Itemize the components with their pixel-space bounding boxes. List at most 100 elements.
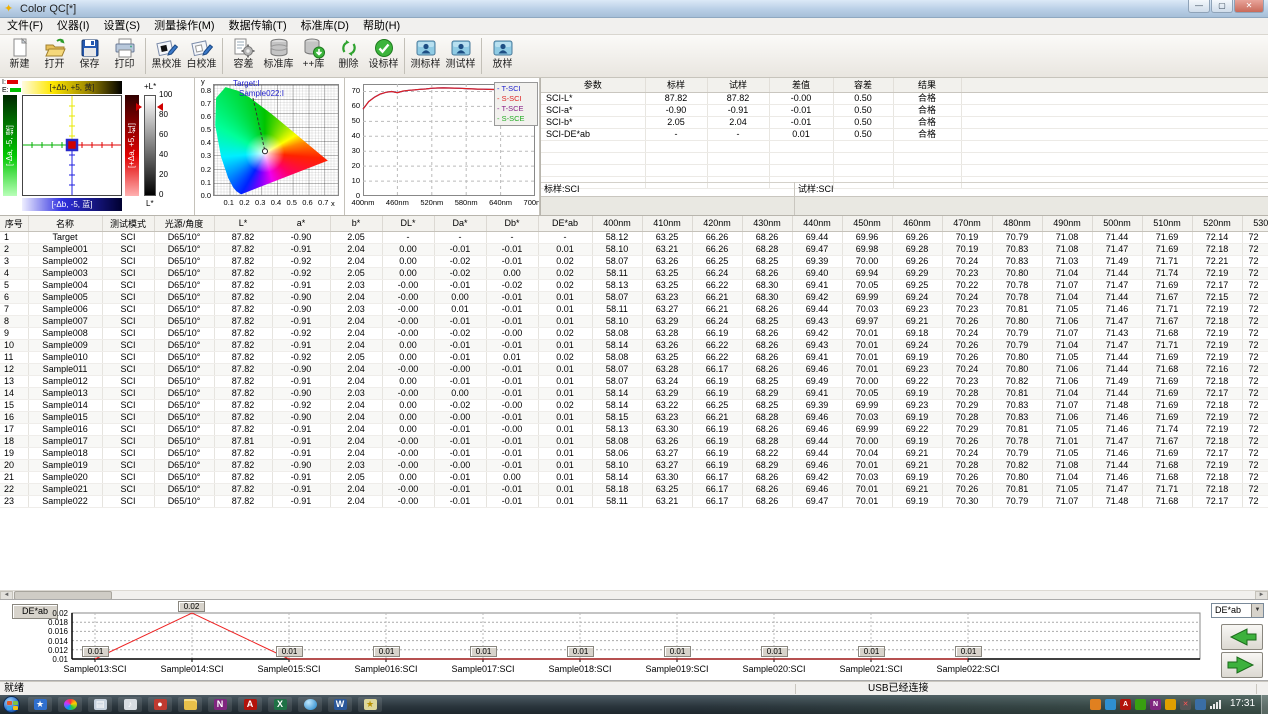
- 测试样-button[interactable]: 测试样: [443, 36, 478, 76]
- 删除-button[interactable]: 删除: [331, 36, 366, 76]
- taskbar-excel[interactable]: X: [268, 697, 292, 712]
- table-row[interactable]: 4Sample003SCID65/10°87.82-0.922.050.00-0…: [0, 267, 1268, 279]
- table-row[interactable]: 21Sample020SCID65/10°87.82-0.912.050.00-…: [0, 471, 1268, 483]
- tray-tray-green-update[interactable]: [1135, 699, 1146, 710]
- table-row[interactable]: 17Sample016SCID65/10°87.82-0.912.040.00-…: [0, 423, 1268, 435]
- taskbar-windows-explorer[interactable]: [178, 697, 202, 712]
- cie-plot-area[interactable]: [213, 84, 339, 196]
- table-row[interactable]: 13Sample012SCID65/10°87.82-0.912.040.00-…: [0, 375, 1268, 387]
- cie-sample-label[interactable]: Sample022:I: [239, 89, 284, 98]
- column-header[interactable]: Db*: [486, 216, 538, 231]
- table-row[interactable]: 9Sample008SCID65/10°87.82-0.922.04-0.00-…: [0, 327, 1268, 339]
- column-header[interactable]: 序号: [0, 216, 28, 231]
- 放样-button[interactable]: 放样: [485, 36, 520, 76]
- 白校准-button[interactable]: 白校准: [184, 36, 219, 76]
- 打印-button[interactable]: 打印: [107, 36, 142, 76]
- tray-network-signal[interactable]: [1210, 699, 1221, 710]
- column-header[interactable]: 测试模式: [102, 216, 154, 231]
- tray-volume-muted[interactable]: ✕: [1180, 699, 1191, 710]
- results-row[interactable]: SCI-DE*ab--0.010.50合格: [541, 128, 1268, 140]
- table-row[interactable]: 3Sample002SCID65/10°87.82-0.922.040.00-0…: [0, 255, 1268, 267]
- menu-help[interactable]: 帮助(H): [356, 18, 407, 35]
- column-header[interactable]: 470nm: [942, 216, 992, 231]
- taskbar-word[interactable]: W: [328, 697, 352, 712]
- minimize-button[interactable]: —: [1188, 0, 1210, 13]
- taskbar-app-red[interactable]: ●: [148, 697, 172, 712]
- column-header[interactable]: 490nm: [1042, 216, 1092, 231]
- column-header[interactable]: 530nm: [1242, 216, 1268, 231]
- table-row[interactable]: 16Sample015SCID65/10°87.82-0.902.040.00-…: [0, 411, 1268, 423]
- column-header[interactable]: 410nm: [642, 216, 692, 231]
- taskbar-photo-viewer[interactable]: ▤: [88, 697, 112, 712]
- close-button[interactable]: ✕: [1234, 0, 1264, 13]
- column-header[interactable]: Da*: [434, 216, 486, 231]
- table-row[interactable]: 19Sample018SCID65/10°87.82-0.912.04-0.00…: [0, 447, 1268, 459]
- 保存-button[interactable]: 保存: [72, 36, 107, 76]
- taskbar-onenote[interactable]: N: [208, 697, 232, 712]
- taskbar-app-star-yellow[interactable]: ★: [358, 697, 382, 712]
- taskbar-network-app[interactable]: [298, 697, 322, 712]
- 新建-button[interactable]: 新建: [2, 36, 37, 76]
- column-header[interactable]: 480nm: [992, 216, 1042, 231]
- results-row[interactable]: SCI-L*87.8287.82-0.000.50合格: [541, 92, 1268, 104]
- results-row[interactable]: SCI-a*-0.90-0.91-0.010.50合格: [541, 104, 1268, 116]
- 容差-button[interactable]: 容差: [226, 36, 261, 76]
- ++库-button[interactable]: ++库: [296, 36, 331, 76]
- menu-standard-library[interactable]: 标准库(D): [294, 18, 356, 35]
- horizontal-scrollbar[interactable]: ◄ ►: [0, 590, 1268, 599]
- menu-instrument[interactable]: 仪器(I): [50, 18, 96, 35]
- column-header[interactable]: DL*: [382, 216, 434, 231]
- menu-file[interactable]: 文件(F): [0, 18, 50, 35]
- table-row[interactable]: 11Sample010SCID65/10°87.82-0.922.050.00-…: [0, 351, 1268, 363]
- taskbar-media-app[interactable]: ♪: [118, 697, 142, 712]
- table-row[interactable]: 1TargetSCID65/10°87.82-0.902.05----58.12…: [0, 231, 1268, 243]
- ab-difference-plot[interactable]: [22, 95, 122, 196]
- menu-settings[interactable]: 设置(S): [96, 18, 147, 35]
- table-row[interactable]: 6Sample005SCID65/10°87.82-0.902.04-0.000…: [0, 291, 1268, 303]
- taskbar-app-star-blue[interactable]: ★: [28, 697, 52, 712]
- menu-measure[interactable]: 测量操作(M): [147, 18, 222, 35]
- column-header[interactable]: 光源/角度: [154, 216, 214, 231]
- trend-metric-dropdown[interactable]: DE*ab ▼: [1211, 603, 1264, 618]
- table-row[interactable]: 10Sample009SCID65/10°87.82-0.912.040.00-…: [0, 339, 1268, 351]
- taskbar-color-app[interactable]: [58, 697, 82, 712]
- column-header[interactable]: 400nm: [592, 216, 642, 231]
- 测标样-button[interactable]: 测标样: [408, 36, 443, 76]
- tray-tray-acrobat[interactable]: A: [1120, 699, 1131, 710]
- column-header[interactable]: L*: [214, 216, 272, 231]
- taskbar-clock[interactable]: 17:31: [1230, 698, 1255, 709]
- tray-tray-orange-app[interactable]: [1090, 699, 1101, 710]
- table-row[interactable]: 15Sample014SCID65/10°87.82-0.922.040.00-…: [0, 399, 1268, 411]
- next-page-button[interactable]: [1221, 652, 1263, 678]
- table-row[interactable]: 22Sample021SCID65/10°87.82-0.912.04-0.00…: [0, 483, 1268, 495]
- table-row[interactable]: 14Sample013SCID65/10°87.82-0.902.03-0.00…: [0, 387, 1268, 399]
- table-row[interactable]: 12Sample011SCID65/10°87.82-0.902.04-0.00…: [0, 363, 1268, 375]
- 设标样-button[interactable]: 设标样: [366, 36, 401, 76]
- table-row[interactable]: 18Sample017SCID65/10°87.81-0.912.04-0.00…: [0, 435, 1268, 447]
- column-header[interactable]: b*: [330, 216, 382, 231]
- tray-tray-purple-app[interactable]: N: [1150, 699, 1161, 710]
- column-header[interactable]: DE*ab: [538, 216, 592, 231]
- column-header[interactable]: 440nm: [792, 216, 842, 231]
- column-header[interactable]: 500nm: [1092, 216, 1142, 231]
- column-header[interactable]: 450nm: [842, 216, 892, 231]
- cie-target-label[interactable]: Target:I: [233, 79, 260, 88]
- table-row[interactable]: 5Sample004SCID65/10°87.82-0.912.03-0.00-…: [0, 279, 1268, 291]
- column-header[interactable]: 460nm: [892, 216, 942, 231]
- show-desktop-button[interactable]: [1261, 695, 1268, 714]
- 黑校准-button[interactable]: 黑校准: [149, 36, 184, 76]
- column-header[interactable]: 430nm: [742, 216, 792, 231]
- column-header[interactable]: 510nm: [1142, 216, 1192, 231]
- column-header[interactable]: a*: [272, 216, 330, 231]
- tray-tray-security[interactable]: [1165, 699, 1176, 710]
- table-row[interactable]: 20Sample019SCID65/10°87.82-0.902.03-0.00…: [0, 459, 1268, 471]
- tray-tray-window-app[interactable]: [1195, 699, 1206, 710]
- table-row[interactable]: 8Sample007SCID65/10°87.82-0.912.04-0.00-…: [0, 315, 1268, 327]
- column-header[interactable]: 520nm: [1192, 216, 1242, 231]
- menu-data-transfer[interactable]: 数据传输(T): [222, 18, 294, 35]
- chevron-down-icon[interactable]: ▼: [1251, 604, 1263, 617]
- 打开-button[interactable]: 打开: [37, 36, 72, 76]
- column-header[interactable]: 名称: [28, 216, 102, 231]
- table-row[interactable]: 7Sample006SCID65/10°87.82-0.902.03-0.000…: [0, 303, 1268, 315]
- maximize-button[interactable]: ▢: [1211, 0, 1233, 13]
